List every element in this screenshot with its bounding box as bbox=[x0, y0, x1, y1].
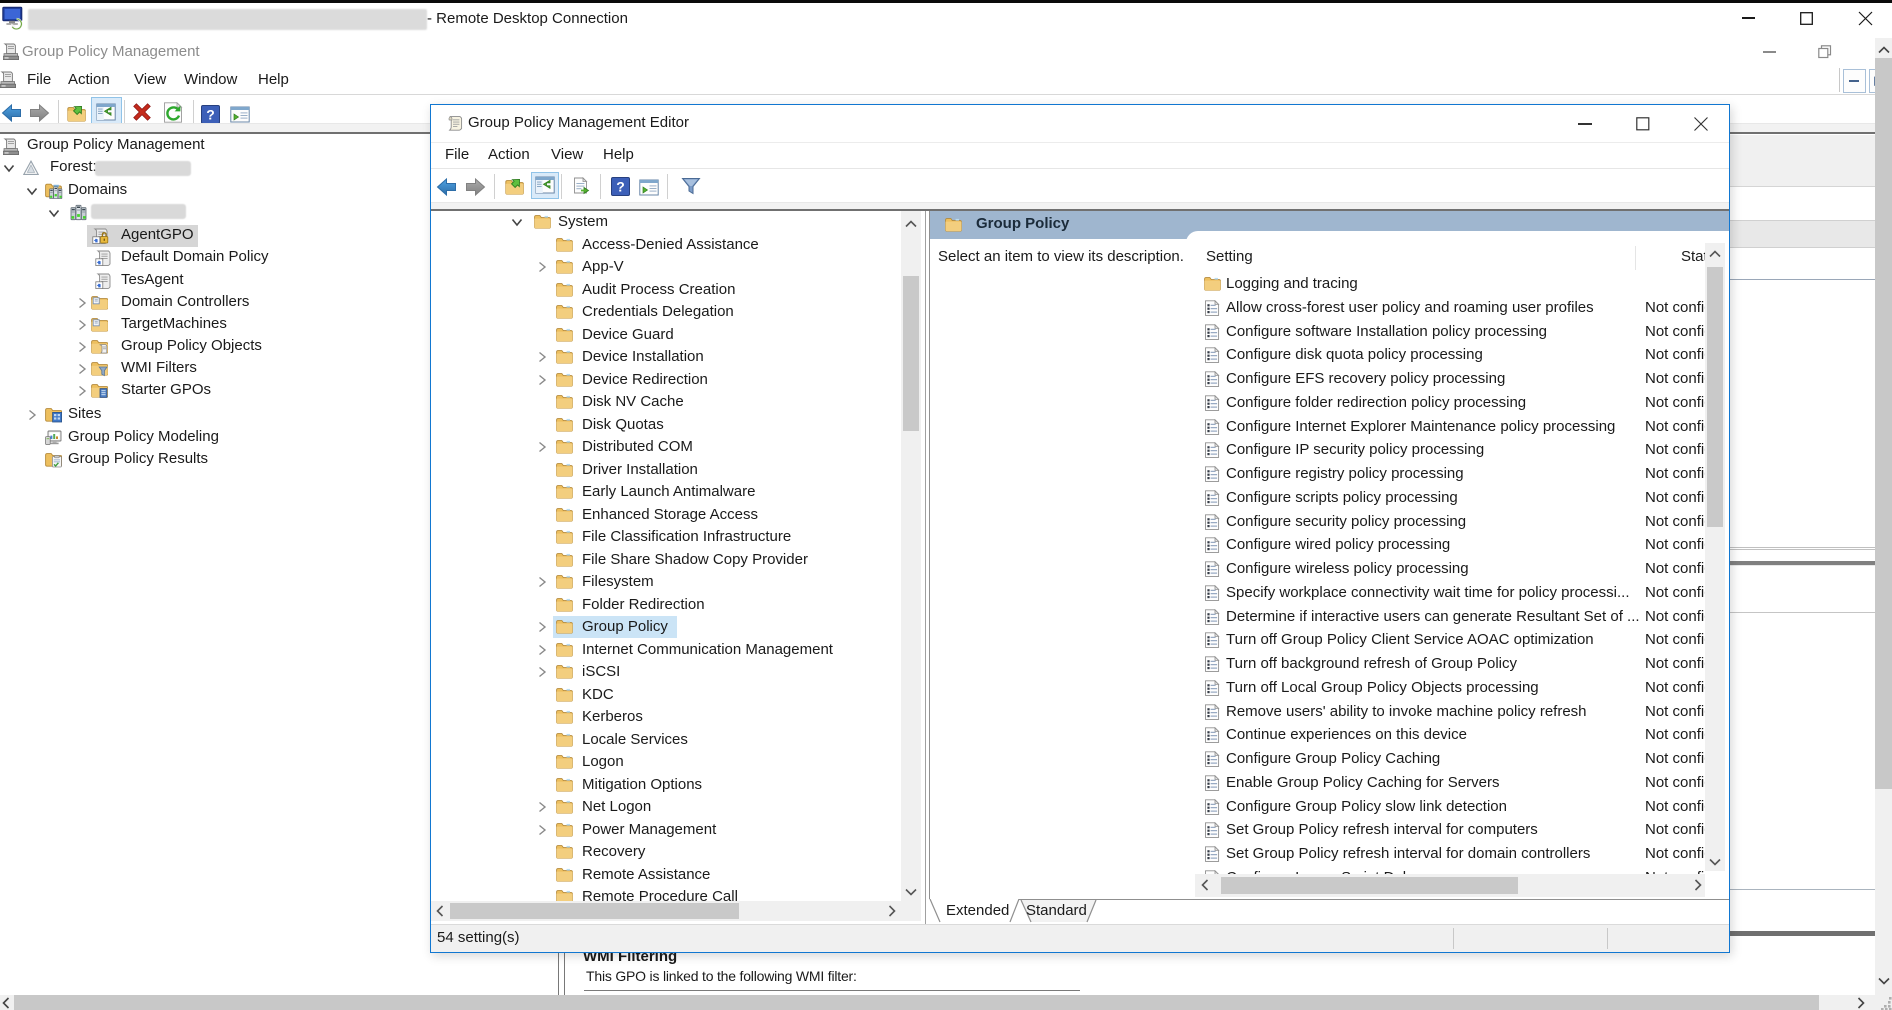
svg-text:?: ? bbox=[206, 106, 215, 122]
